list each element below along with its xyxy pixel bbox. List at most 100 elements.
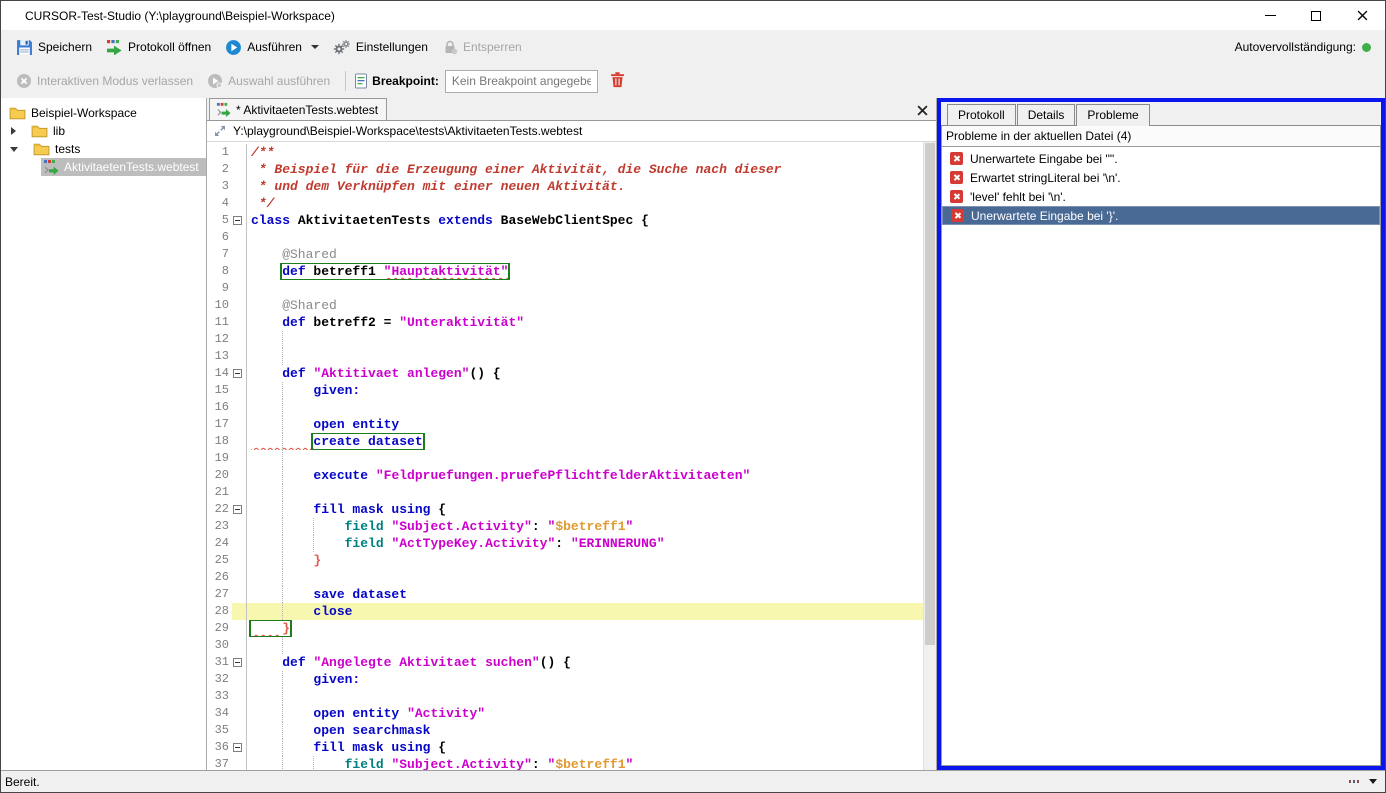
code-line[interactable]: 26: [207, 569, 923, 586]
code-line[interactable]: 29 }: [207, 620, 923, 637]
code-line[interactable]: 13: [207, 348, 923, 365]
editor-tab[interactable]: * AktivitaetenTests.webtest: [209, 98, 387, 120]
fold-gutter: [232, 229, 247, 246]
settings-icon: [333, 39, 351, 55]
run-button[interactable]: Ausführen: [218, 35, 326, 60]
code-line[interactable]: 3 * und dem Verknüpfen mit einer neuen A…: [207, 178, 923, 195]
close-button[interactable]: [1339, 1, 1385, 30]
problem-row[interactable]: 'level' fehlt bei '\n'.: [942, 187, 1380, 206]
code-line[interactable]: 5class AktivitaetenTests extends BaseWeb…: [207, 212, 923, 229]
code-line[interactable]: 23 field "Subject.Activity": "$betreff1": [207, 518, 923, 535]
error-highlight-box: }: [251, 621, 290, 636]
line-number: 17: [207, 416, 232, 433]
editor-scrollbar[interactable]: [923, 142, 936, 770]
code-editor[interactable]: 1/**2 * Beispiel für die Erzeugung einer…: [207, 142, 923, 770]
code-line[interactable]: 31 def "Angelegte Aktivitaet suchen"() {: [207, 654, 923, 671]
tree-item-tests[interactable]: tests: [1, 140, 206, 158]
line-number: 37: [207, 756, 232, 770]
code-line[interactable]: 28 close: [207, 603, 923, 620]
code-line[interactable]: 27 save dataset: [207, 586, 923, 603]
code-line[interactable]: 4 */: [207, 195, 923, 212]
open-log-button[interactable]: Protokoll öffnen: [99, 35, 218, 59]
editor-pathbar: Y:\playground\Beispiel-Workspace\tests\A…: [207, 121, 936, 142]
window-title: CURSOR-Test-Studio (Y:\playground\Beispi…: [1, 9, 335, 23]
fold-gutter[interactable]: [232, 212, 247, 229]
tree-item-label: AktivitaetenTests.webtest: [64, 160, 199, 174]
dropdown-caret-icon[interactable]: [311, 45, 319, 49]
problem-row[interactable]: Unerwartete Eingabe bei '"'.: [942, 149, 1380, 168]
breakpoint-label: Breakpoint:: [372, 74, 439, 88]
code-line[interactable]: 9: [207, 280, 923, 297]
code-line[interactable]: 18 create dataset: [207, 433, 923, 450]
line-number: 31: [207, 654, 232, 671]
code-line[interactable]: 25 }: [207, 552, 923, 569]
code-line[interactable]: 15 given:: [207, 382, 923, 399]
fold-gutter[interactable]: [232, 654, 247, 671]
fold-gutter: [232, 688, 247, 705]
close-icon: [1357, 10, 1368, 21]
tree-item-lib[interactable]: lib: [1, 122, 206, 140]
problems-panel: Protokoll Details Probleme Probleme in d…: [937, 98, 1385, 770]
code-line[interactable]: 14 def "Aktitivaet anlegen"() {: [207, 365, 923, 382]
code-line[interactable]: 33: [207, 688, 923, 705]
tab-probleme[interactable]: Probleme: [1076, 104, 1149, 126]
code-line[interactable]: 37 field "Subject.Activity": "$betreff1": [207, 756, 923, 770]
line-number: 19: [207, 450, 232, 467]
fold-gutter[interactable]: [232, 501, 247, 518]
code-line[interactable]: 17 open entity: [207, 416, 923, 433]
line-number: 36: [207, 739, 232, 756]
code-line[interactable]: 32 given:: [207, 671, 923, 688]
problems-header: Probleme in der aktuellen Datei (4): [941, 126, 1381, 147]
fold-gutter[interactable]: [232, 365, 247, 382]
minimize-button[interactable]: [1247, 1, 1293, 30]
tab-details[interactable]: Details: [1017, 104, 1076, 125]
line-number: 14: [207, 365, 232, 382]
tab-protokoll[interactable]: Protokoll: [947, 104, 1016, 125]
code-line[interactable]: 1/**: [207, 144, 923, 161]
line-number: 24: [207, 535, 232, 552]
run-selection-label: Auswahl ausführen: [228, 74, 330, 88]
collapse-icon[interactable]: [214, 125, 226, 137]
problem-row[interactable]: Erwartet stringLiteral bei '\n'.: [942, 168, 1380, 187]
code-line[interactable]: 16: [207, 399, 923, 416]
code-line[interactable]: 24 field "ActTypeKey.Activity": "ERINNER…: [207, 535, 923, 552]
fold-gutter: [232, 195, 247, 212]
tree-item-webtest-file[interactable]: AktivitaetenTests.webtest: [41, 158, 206, 176]
error-highlight-box: create dataset: [313, 434, 422, 449]
editor-close-button[interactable]: [915, 103, 929, 117]
code-line[interactable]: 36 fill mask using {: [207, 739, 923, 756]
settings-button[interactable]: Einstellungen: [326, 35, 435, 59]
code-line[interactable]: 19: [207, 450, 923, 467]
fold-gutter[interactable]: [232, 739, 247, 756]
status-overflow[interactable]: [1349, 779, 1377, 784]
line-number: 33: [207, 688, 232, 705]
code-line[interactable]: 35 open searchmask: [207, 722, 923, 739]
problem-row[interactable]: Unerwartete Eingabe bei '}'.: [942, 206, 1380, 225]
maximize-button[interactable]: [1293, 1, 1339, 30]
code-line[interactable]: 20 execute "Feldpruefungen.pruefePflicht…: [207, 467, 923, 484]
expander-expanded-icon[interactable]: [10, 147, 18, 152]
breakpoint-input[interactable]: [445, 70, 598, 93]
code-line[interactable]: 7 @Shared: [207, 246, 923, 263]
scrollbar-thumb[interactable]: [925, 143, 935, 645]
code-line[interactable]: 22 fill mask using {: [207, 501, 923, 518]
delete-breakpoint-button[interactable]: [608, 69, 627, 93]
code-line[interactable]: 11 def betreff2 = "Unteraktivität": [207, 314, 923, 331]
save-button[interactable]: Speichern: [9, 35, 99, 60]
code-line[interactable]: 6: [207, 229, 923, 246]
line-number: 10: [207, 297, 232, 314]
run-selection-button: Auswahl ausführen: [200, 69, 337, 93]
workspace-tree: Beispiel-Workspace lib tests Aktivitaete…: [1, 98, 207, 770]
line-number: 27: [207, 586, 232, 603]
tree-item-workspace-root[interactable]: Beispiel-Workspace: [1, 104, 206, 122]
code-line[interactable]: 21: [207, 484, 923, 501]
run-selection-icon: [207, 73, 223, 89]
code-line[interactable]: 10 @Shared: [207, 297, 923, 314]
code-line[interactable]: 12: [207, 331, 923, 348]
code-line[interactable]: 30: [207, 637, 923, 654]
expander-collapsed-icon[interactable]: [11, 127, 16, 135]
code-line[interactable]: 34 open entity "Activity": [207, 705, 923, 722]
code-line[interactable]: 2 * Beispiel für die Erzeugung einer Akt…: [207, 161, 923, 178]
fold-gutter: [232, 297, 247, 314]
code-line[interactable]: 8 def betreff1 "Hauptaktivität": [207, 263, 923, 280]
